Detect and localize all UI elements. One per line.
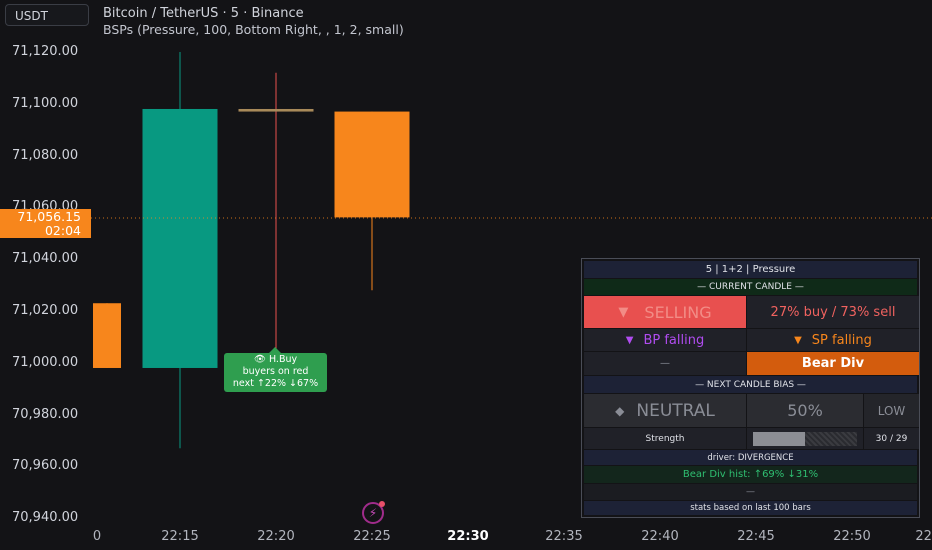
lightning-icon[interactable]: ⚡ bbox=[362, 501, 385, 524]
price-tick-label: 71,120.00 bbox=[12, 44, 79, 59]
time-tick-label: 22:50 bbox=[833, 529, 871, 544]
strength-bar-cell bbox=[747, 428, 863, 449]
section-title: — CURRENT CANDLE — bbox=[697, 282, 804, 292]
bp-label: BP falling bbox=[643, 332, 705, 348]
time-tick-label: 22:25 bbox=[353, 529, 391, 544]
driver-row: driver: DIVERGENCE bbox=[584, 450, 917, 465]
next-candle-section: — NEXT CANDLE BIAS — bbox=[584, 376, 917, 393]
price-tick-label: 70,940.00 bbox=[12, 510, 79, 526]
history-row: Bear Div hist: ↑69% ↓31% bbox=[584, 466, 917, 483]
bias-row: ◆ NEUTRAL 50% LOW bbox=[584, 394, 919, 427]
current-price-tag: 71,056.15 02:04 bbox=[0, 209, 91, 238]
history-text: Bear Div hist: ↑69% ↓31% bbox=[682, 469, 819, 480]
price-tick-label: 70,980.00 bbox=[12, 406, 79, 422]
current-price-value: 71,056.15 bbox=[17, 209, 81, 224]
time-tick-label: 0 bbox=[92, 529, 102, 544]
strength-fill bbox=[753, 431, 805, 446]
notification-dot bbox=[379, 501, 385, 507]
empty-cell: — bbox=[584, 352, 746, 375]
bear-div-badge: Bear Div bbox=[747, 352, 919, 375]
price-tick-label: 71,100.00 bbox=[12, 95, 79, 111]
time-tick-label: 22:45 bbox=[737, 529, 775, 544]
currency-button[interactable]: USDT bbox=[5, 4, 89, 26]
candle-body[interactable] bbox=[334, 111, 410, 218]
driver-text: driver: DIVERGENCE bbox=[707, 452, 794, 463]
strength-value: 30 / 29 bbox=[864, 428, 919, 449]
stats-row: stats based on last 100 bars bbox=[584, 501, 917, 515]
stats-note: stats based on last 100 bars bbox=[690, 503, 811, 513]
panel-header: 5 | 1+2 | Pressure bbox=[584, 261, 917, 278]
callout-line: buyers on red bbox=[242, 366, 309, 377]
divergence-row: — Bear Div bbox=[584, 352, 919, 375]
price-tick-label: 71,020.00 bbox=[12, 303, 79, 318]
diamond-icon: ◆ bbox=[615, 403, 625, 418]
price-tick-label: 70,960.00 bbox=[12, 458, 79, 474]
time-tick-label: 22:40 bbox=[641, 529, 679, 544]
bp-cell: ▼ BP falling bbox=[584, 329, 746, 351]
strength-label: Strength bbox=[584, 428, 746, 449]
time-tick-label: 22:15 bbox=[161, 529, 199, 544]
price-tick-label: 71,000.00 bbox=[12, 354, 79, 370]
indicator-label[interactable]: BSPs (Pressure, 100, Bottom Right, , 1, … bbox=[103, 22, 404, 37]
candle-body[interactable] bbox=[93, 303, 121, 368]
hidden-buy-callout[interactable]: 👁 H.Buy buyers on red next ↑22% ↓67% bbox=[224, 347, 327, 392]
time-tick-label: 22:5 bbox=[915, 529, 932, 544]
time-tick-label: 22:20 bbox=[257, 529, 295, 544]
sp-label: SP falling bbox=[811, 332, 872, 348]
section-title: — NEXT CANDLE BIAS — bbox=[695, 379, 806, 390]
time-tick-label: 22:30 bbox=[447, 529, 489, 544]
bias-level: LOW bbox=[864, 394, 919, 427]
strength-bar bbox=[753, 431, 857, 446]
chart-title: Bitcoin / TetherUS · 5 · Binance bbox=[103, 6, 304, 21]
selling-row: ▼ SELLING 27% buy / 73% sell bbox=[584, 296, 919, 328]
callout-stats: next ↑22% ↓67% bbox=[232, 378, 319, 389]
sp-cell: ▼ SP falling bbox=[747, 329, 919, 351]
price-tick-label: 71,040.00 bbox=[12, 251, 79, 267]
time-tick-label: 22:35 bbox=[545, 529, 583, 544]
down-triangle-icon: ▼ bbox=[794, 334, 802, 346]
candle-body[interactable] bbox=[238, 108, 314, 112]
current-candle-section: — CURRENT CANDLE — bbox=[584, 279, 917, 295]
bsp-panel: 5 | 1+2 | Pressure — CURRENT CANDLE — ▼ … bbox=[581, 258, 920, 518]
bias-percent: 50% bbox=[747, 394, 863, 427]
price-tick-label: 71,080.00 bbox=[12, 147, 79, 163]
callout-title: 👁 H.Buy bbox=[253, 354, 298, 365]
selling-label: SELLING bbox=[644, 302, 712, 322]
candle-countdown: 02:04 bbox=[44, 223, 81, 238]
buy-sell-split: 27% buy / 73% sell bbox=[747, 296, 919, 328]
history-sub: — bbox=[746, 487, 755, 497]
history-sub-row: — bbox=[584, 484, 917, 500]
down-triangle-icon: ▼ bbox=[625, 334, 634, 346]
bias-label: NEUTRAL bbox=[636, 400, 715, 421]
selling-cell: ▼ SELLING bbox=[584, 296, 746, 328]
pressure-row: ▼ BP falling ▼ SP falling bbox=[584, 329, 919, 351]
candle-body[interactable] bbox=[142, 108, 218, 368]
down-triangle-icon: ▼ bbox=[618, 304, 629, 320]
panel-header-text: 5 | 1+2 | Pressure bbox=[705, 264, 796, 275]
strength-row: Strength 30 / 29 bbox=[584, 428, 919, 449]
bias-cell: ◆ NEUTRAL bbox=[584, 394, 746, 427]
